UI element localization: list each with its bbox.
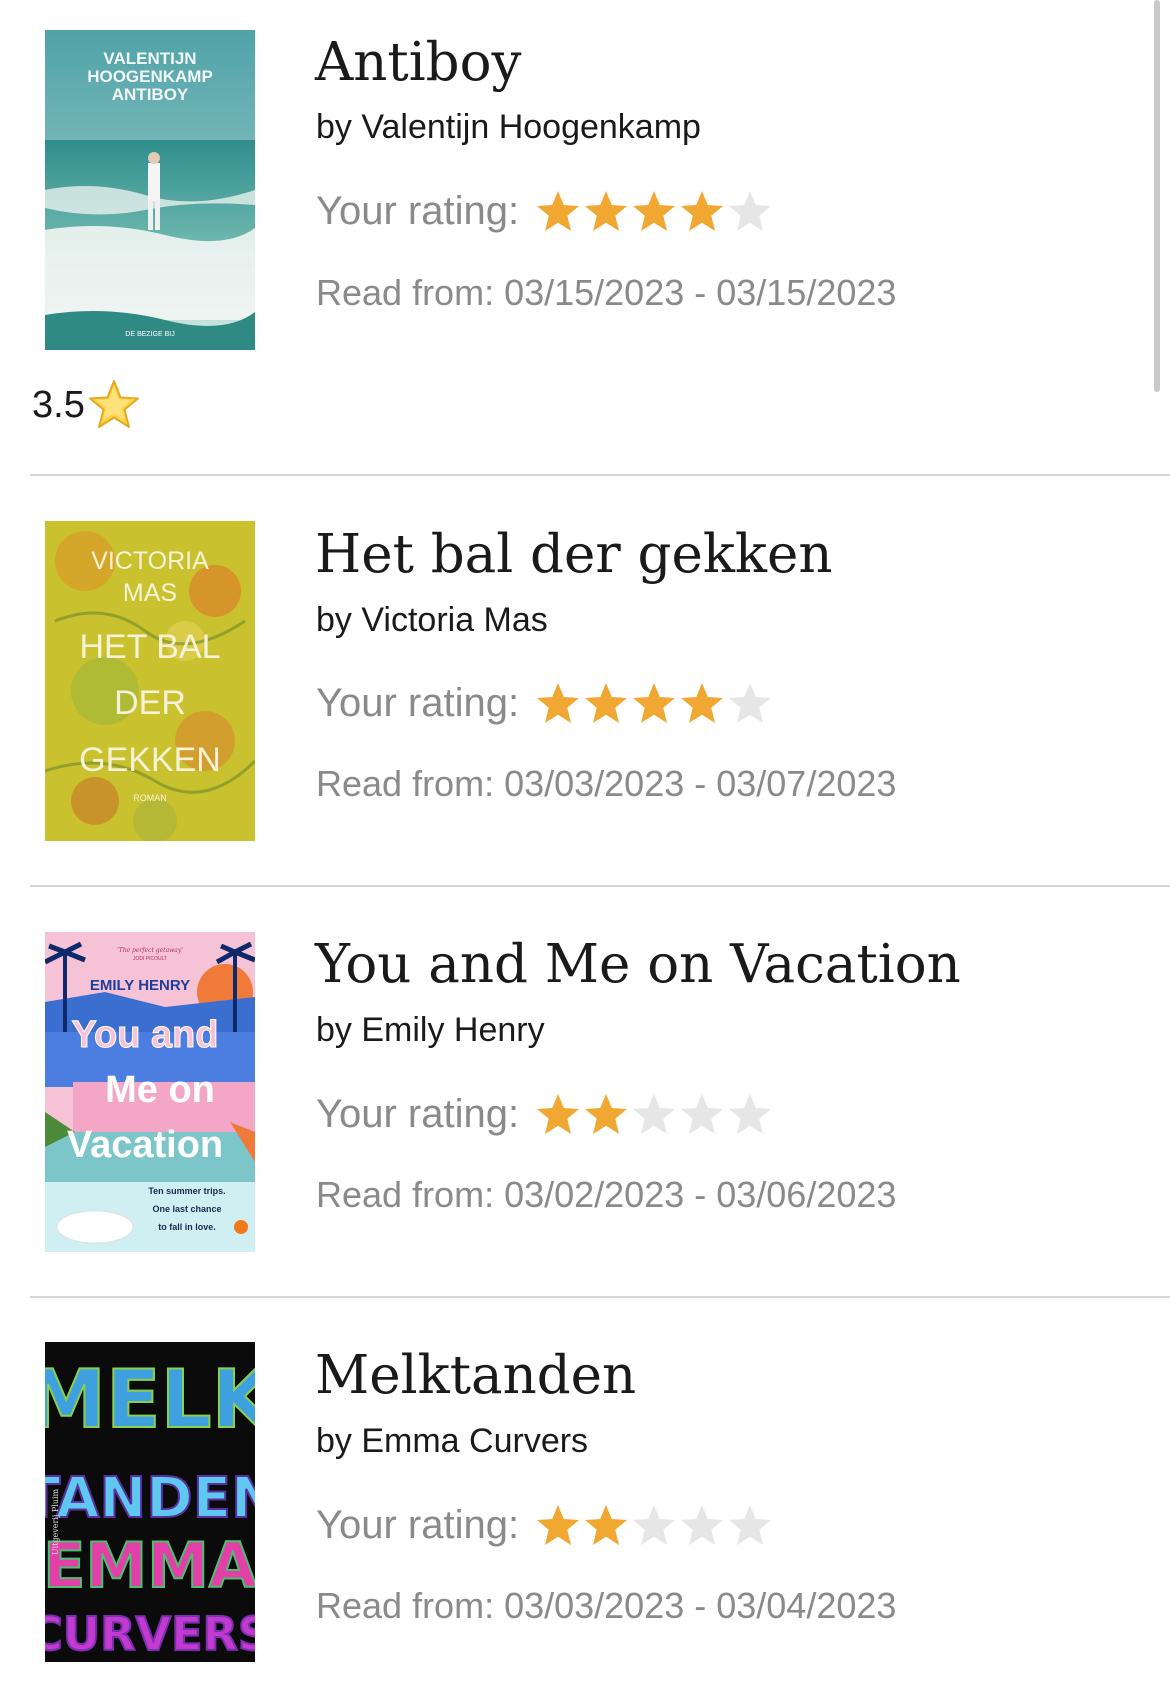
book-cover-melktanden[interactable]: MELK TANDEN EMMA CURVERS Uitgeverij Plui… [45,1342,255,1662]
rating-label: Your rating: [316,189,520,233]
cover-text: You and [71,1014,218,1056]
star-filled-icon[interactable] [535,680,581,726]
read-dates: Read from: 03/03/2023 - 03/04/2023 [316,1585,897,1626]
rating-label: Your rating: [316,681,520,725]
star-empty-icon[interactable] [727,1502,773,1548]
divider [30,1296,1170,1298]
rating-row: Your rating: [316,1089,775,1139]
star-filled-icon[interactable] [535,1502,581,1548]
star-empty-icon[interactable] [679,1091,725,1137]
book-author[interactable]: by Victoria Mas [316,603,548,637]
book-title[interactable]: Het bal der gekken [315,528,833,581]
book-title[interactable]: Melktanden [315,1349,636,1402]
cover-tagline: to fall in love. [158,1222,216,1232]
cover-publisher: Uitgeverij Pluim [51,1488,60,1555]
book-author[interactable]: by Valentijn Hoogenkamp [316,110,701,144]
star-filled-icon[interactable] [535,188,581,234]
scrollbar[interactable] [1154,0,1160,392]
star-rating[interactable] [535,188,775,234]
read-dates: Read from: 03/02/2023 - 03/06/2023 [316,1174,897,1215]
star-empty-icon[interactable] [679,1502,725,1548]
star-rating[interactable] [535,680,775,726]
book-cover-antiboy[interactable]: VALENTIJN HOOGENKAMP ANTIBOY DE BEZIGE B… [45,30,255,350]
star-empty-icon[interactable] [631,1091,677,1137]
cover-quote: 'The perfect getaway' [117,947,183,954]
star-filled-icon[interactable] [679,188,725,234]
cover-text: DER [114,684,186,722]
rating-note: 3.5 [32,378,141,432]
rating-row: Your rating: [316,186,775,236]
rating-label: Your rating: [316,1092,520,1136]
cover-author: EMILY HENRY [90,977,190,994]
cover-text: CURVERS [45,1607,255,1661]
star-empty-icon[interactable] [727,680,773,726]
cover-text: VALENTIJN [103,49,196,68]
read-dates: Read from: 03/15/2023 - 03/15/2023 [316,272,897,313]
star-filled-icon[interactable] [583,188,629,234]
rating-label: Your rating: [316,1503,520,1547]
cover-text: VICTORIA [91,547,209,575]
cover-tagline: Ten summer trips. [148,1186,225,1196]
star-filled-icon[interactable] [631,188,677,234]
book-author[interactable]: by Emily Henry [316,1013,545,1047]
book-title[interactable]: Antiboy [315,36,521,89]
cover-text: EMMA [45,1529,255,1602]
cover-text: TANDEN [45,1466,255,1531]
cover-text: MAS [123,579,177,607]
book-title[interactable]: You and Me on Vacation [315,938,961,991]
star-empty-icon[interactable] [727,1091,773,1137]
star-filled-icon[interactable] [679,680,725,726]
cover-text: MELK [45,1353,255,1446]
cover-tagline: One last chance [152,1204,221,1214]
cover-text: HET BAL [79,628,220,666]
rating-row: Your rating: [316,678,775,728]
star-empty-icon[interactable] [727,188,773,234]
star-filled-icon[interactable] [583,680,629,726]
cover-text: GEKKEN [79,741,221,779]
star-rating[interactable] [535,1091,775,1137]
star-filled-icon[interactable] [535,1091,581,1137]
rating-note-text: 3.5 [32,384,85,426]
star-emoji-icon [87,378,141,432]
divider [30,885,1170,887]
divider [30,474,1170,476]
star-rating[interactable] [535,1502,775,1548]
rating-row: Your rating: [316,1500,775,1550]
book-author[interactable]: by Emma Curvers [316,1424,588,1458]
read-dates: Read from: 03/03/2023 - 03/07/2023 [316,763,897,804]
cover-subtitle: ROMAN [133,793,167,803]
cover-text: ANTIBOY [112,85,189,104]
cover-publisher: DE BEZIGE BIJ [125,331,174,338]
cover-text: Vacation [67,1124,223,1166]
cover-text: Me on [105,1069,215,1111]
star-empty-icon[interactable] [631,1502,677,1548]
star-filled-icon[interactable] [631,680,677,726]
star-filled-icon[interactable] [583,1091,629,1137]
cover-quote-author: JODI PICOULT [133,956,167,962]
book-cover-het-bal-der-gekken[interactable]: VICTORIA MAS HET BAL DER GEKKEN ROMAN [45,521,255,841]
star-filled-icon[interactable] [583,1502,629,1548]
cover-text: HOOGENKAMP [87,67,213,86]
book-cover-you-and-me-on-vacation[interactable]: 'The perfect getaway' JODI PICOULT EMILY… [45,932,255,1252]
